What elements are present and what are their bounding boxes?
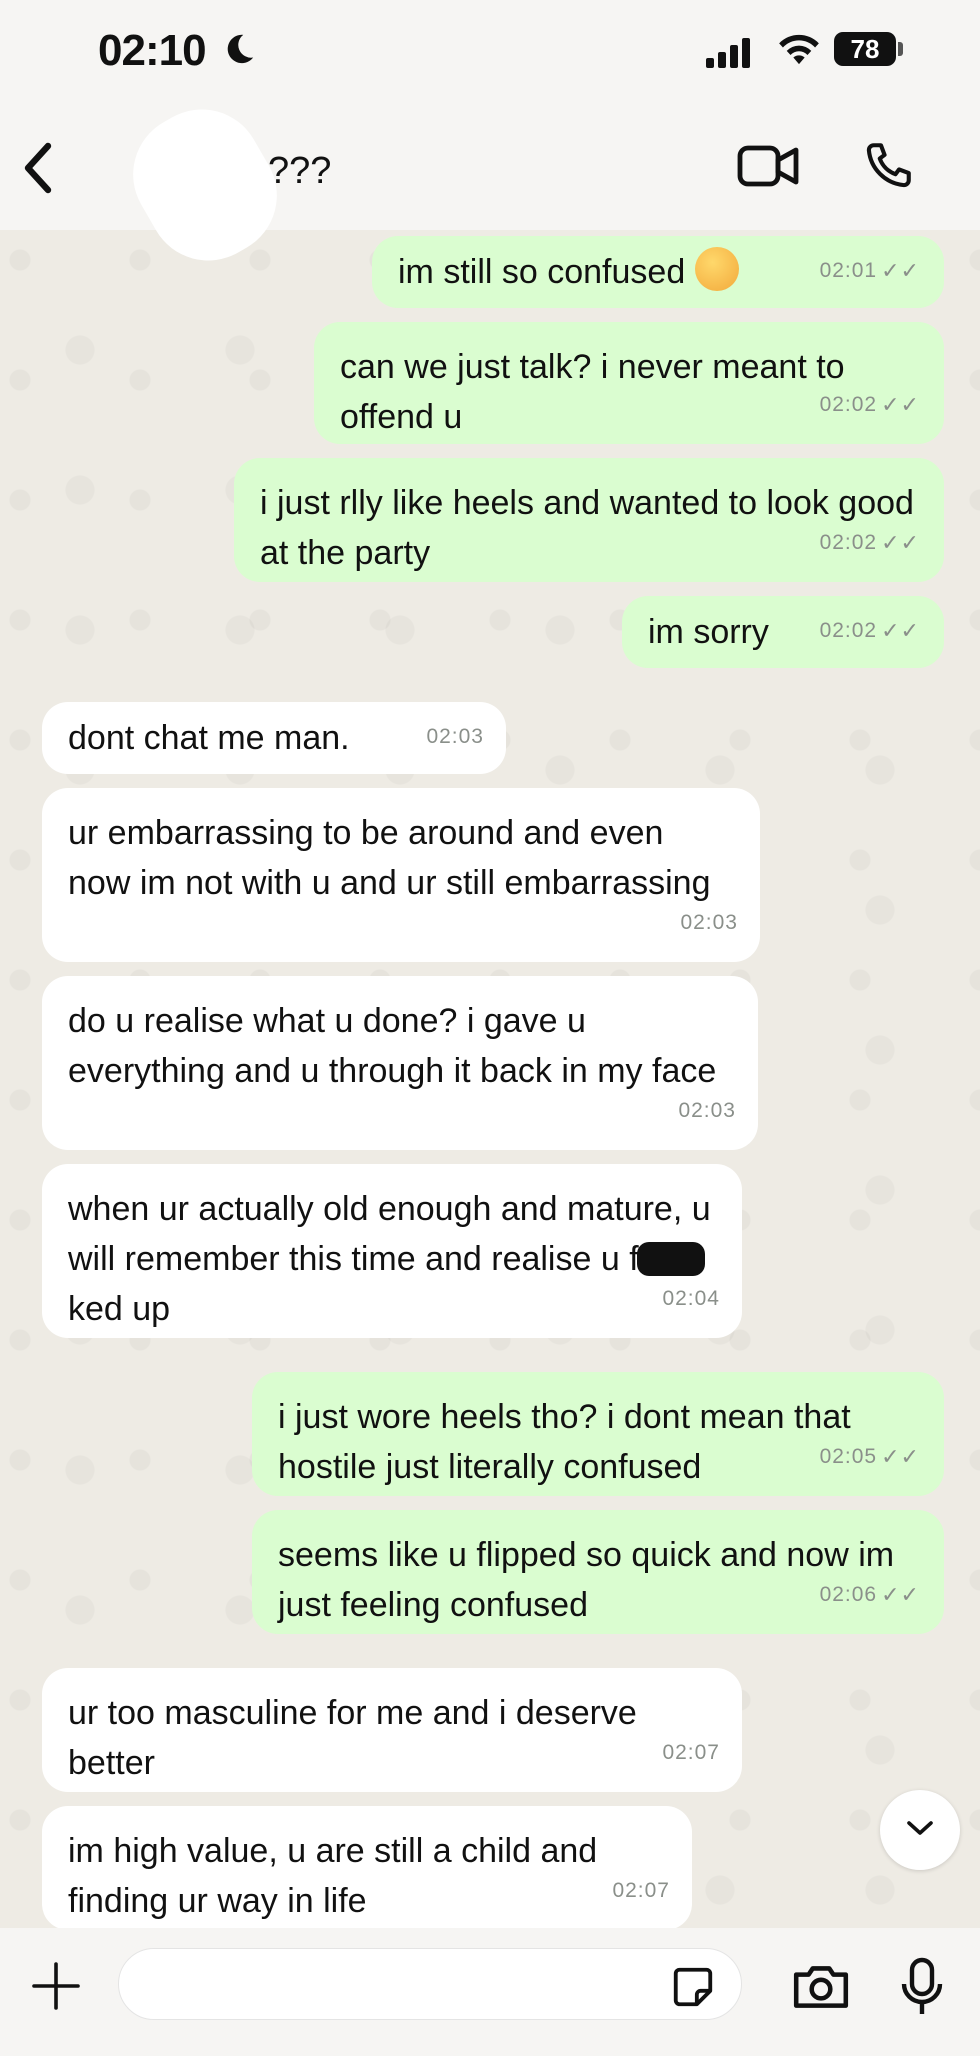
message-text: im high value, u are still a child and f… bbox=[68, 1832, 598, 1920]
status-time: 02:10 bbox=[98, 26, 207, 75]
message-bubble-outgoing[interactable]: im still so confused 02:01 ✓✓ bbox=[372, 236, 944, 308]
message-bubble-outgoing[interactable]: seems like u flipped so quick and now im… bbox=[252, 1510, 944, 1634]
composer-bar bbox=[0, 1928, 980, 2056]
double-check-icon: ✓✓ bbox=[881, 530, 920, 555]
pensive-face-emoji-icon bbox=[695, 247, 740, 291]
message-list[interactable]: im still so confused 02:01 ✓✓ can we just… bbox=[0, 230, 980, 1930]
signal-icon bbox=[706, 38, 758, 73]
mic-icon[interactable] bbox=[900, 1956, 944, 2023]
chat-header: ??? bbox=[0, 87, 980, 283]
message-text: im still so confused bbox=[398, 253, 686, 291]
battery-level: 78 bbox=[834, 32, 896, 66]
message-bubble-outgoing[interactable]: can we just talk? i never meant to offen… bbox=[314, 322, 944, 444]
message-bubble-incoming[interactable]: dont chat me man. 02:03 bbox=[42, 702, 506, 774]
message-time: 02:04 bbox=[662, 1287, 720, 1310]
message-text: ur too masculine for me and i deserve be… bbox=[68, 1694, 637, 1782]
message-bubble-incoming[interactable]: when ur actually old enough and mature, … bbox=[42, 1164, 742, 1338]
message-text: do u realise what u done? i gave u every… bbox=[68, 1002, 717, 1090]
double-check-icon: ✓✓ bbox=[881, 1444, 920, 1469]
camera-icon[interactable] bbox=[790, 1960, 852, 2017]
chevron-down-icon bbox=[903, 1817, 937, 1844]
plus-icon[interactable] bbox=[28, 1958, 84, 2019]
message-time: 02:03 bbox=[678, 1099, 736, 1122]
message-bubble-incoming[interactable]: ur too masculine for me and i deserve be… bbox=[42, 1668, 742, 1792]
message-time: 02:02 bbox=[819, 619, 878, 642]
message-time: 02:03 bbox=[426, 725, 484, 748]
message-text-continued: ked up bbox=[68, 1290, 171, 1328]
message-input[interactable] bbox=[118, 1948, 742, 2020]
message-bubble-outgoing[interactable]: i just wore heels tho? i dont mean that … bbox=[252, 1372, 944, 1496]
message-time: 02:01 bbox=[819, 259, 878, 282]
double-check-icon: ✓✓ bbox=[881, 618, 920, 643]
status-bar: 02:10 78 bbox=[0, 0, 980, 110]
message-time: 02:03 bbox=[680, 911, 738, 934]
message-time: 02:02 bbox=[819, 393, 878, 416]
wifi-icon bbox=[776, 32, 822, 71]
message-time: 02:02 bbox=[819, 531, 878, 554]
double-check-icon: ✓✓ bbox=[881, 1582, 920, 1607]
message-bubble-incoming[interactable]: do u realise what u done? i gave u every… bbox=[42, 976, 758, 1150]
moon-icon bbox=[222, 32, 256, 71]
scroll-to-bottom-button[interactable] bbox=[880, 1790, 960, 1870]
battery-tip bbox=[898, 42, 903, 56]
message-time: 02:07 bbox=[662, 1741, 720, 1764]
double-check-icon: ✓✓ bbox=[881, 258, 920, 283]
message-bubble-incoming[interactable]: ur embarrassing to be around and even no… bbox=[42, 788, 760, 962]
sticker-icon[interactable] bbox=[670, 1964, 716, 2015]
back-icon[interactable] bbox=[18, 138, 58, 203]
contact-name[interactable]: ??? bbox=[268, 150, 331, 193]
voice-call-icon[interactable] bbox=[858, 138, 916, 201]
message-text: dont chat me man. bbox=[68, 719, 350, 757]
video-call-icon[interactable] bbox=[736, 140, 802, 197]
message-bubble-incoming[interactable]: im high value, u are still a child and f… bbox=[42, 1806, 692, 1930]
message-bubble-outgoing[interactable]: i just rlly like heels and wanted to loo… bbox=[234, 458, 944, 582]
message-text: ur embarrassing to be around and even no… bbox=[68, 814, 711, 902]
message-bubble-outgoing[interactable]: im sorry 02:02 ✓✓ bbox=[622, 596, 944, 668]
message-time: 02:06 bbox=[819, 1583, 878, 1606]
message-text: when ur actually old enough and mature, … bbox=[68, 1190, 711, 1278]
message-time: 02:05 bbox=[819, 1445, 878, 1468]
double-check-icon: ✓✓ bbox=[881, 392, 920, 417]
censor-redaction bbox=[636, 1242, 705, 1276]
message-time: 02:07 bbox=[612, 1879, 670, 1902]
